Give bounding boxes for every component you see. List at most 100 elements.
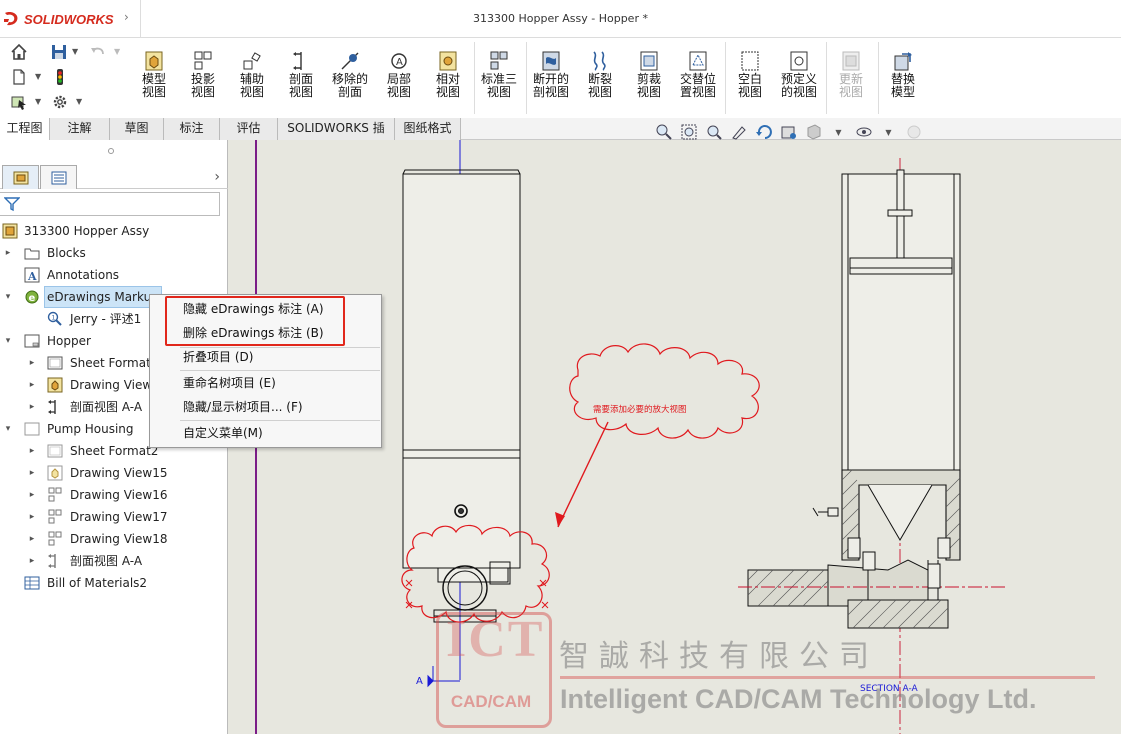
menu-item-rename-tree-item[interactable]: 重命名树项目 (E) (150, 372, 381, 394)
projected-view-button[interactable]: 投影 视图 (181, 50, 225, 110)
tree-item-drawing-view17[interactable]: ▸ Drawing View17 (0, 506, 228, 528)
tree-item-blocks[interactable]: ▸ Blocks (0, 242, 228, 264)
markup-cloud-callout (557, 343, 760, 528)
property-tab[interactable] (40, 165, 77, 189)
svg-text:e: e (29, 293, 36, 304)
replace-model-icon (894, 52, 912, 71)
predefined-view-button[interactable]: 预定义 的视图 (777, 50, 821, 110)
markup-x-marks (405, 579, 549, 609)
chevron-down-icon[interactable]: ▼ (72, 47, 78, 56)
chevron-right-icon[interactable]: › (214, 169, 220, 185)
menu-item-hide-show-tree-items[interactable]: 隐藏/显示树项目... (F) (150, 396, 381, 418)
expand-arrow-icon[interactable]: ▸ (27, 352, 37, 374)
tree-item-annotations[interactable]: A Annotations (0, 264, 228, 286)
menu-item-customize-menu[interactable]: 自定义菜单(M) (150, 422, 381, 444)
tab-annotation[interactable]: 注解 (50, 118, 110, 140)
tab-sketch[interactable]: 草图 (110, 118, 164, 140)
tree-item-drawing-view18[interactable]: ▸ Drawing View18 (0, 528, 228, 550)
feature-tree-tab[interactable] (2, 165, 39, 189)
ribbon-separator (474, 42, 475, 114)
previous-view-icon[interactable] (704, 123, 723, 142)
options-gear-icon[interactable] (50, 92, 70, 112)
tree-filter[interactable] (0, 192, 220, 216)
section-view-button[interactable]: 剖面 视图 (279, 50, 323, 110)
alternate-position-button[interactable]: 交替位 置视图 (676, 50, 720, 110)
expand-arrow-icon[interactable]: ▸ (27, 462, 37, 484)
expand-arrow-icon[interactable]: ▸ (27, 484, 37, 506)
zoom-area-icon[interactable] (679, 123, 698, 142)
collapse-arrow-icon[interactable]: ▾ (3, 418, 13, 440)
collapse-arrow-icon[interactable]: ▾ (3, 286, 13, 308)
detail-view-icon: A (391, 53, 407, 69)
expand-arrow-icon[interactable]: ▸ (3, 242, 13, 264)
zoom-to-fit-icon[interactable] (654, 123, 673, 142)
home-icon[interactable] (9, 42, 29, 62)
model-view-button[interactable]: 模型 视图 (132, 50, 176, 110)
appearance-icon[interactable] (904, 123, 923, 142)
tab-sheet-format[interactable]: 图纸格式 (395, 118, 461, 140)
redraw-icon[interactable] (754, 123, 773, 142)
relative-view-icon (439, 51, 457, 71)
expand-arrow-icon[interactable]: ▸ (27, 396, 37, 418)
expand-arrow-icon[interactable]: ▸ (27, 528, 37, 550)
predefined-view-icon (790, 51, 808, 71)
panel-tabs: › (0, 165, 228, 189)
auxiliary-view-button[interactable]: 辅助 视图 (230, 50, 274, 110)
tree-root[interactable]: 313300 Hopper Assy (0, 220, 228, 242)
expand-arrow-icon[interactable]: ▸ (27, 550, 37, 572)
chevron-down-icon[interactable]: ▼ (35, 72, 41, 81)
tree-item-section-view-aa-2[interactable]: ▸ 剖面视图 A-A (0, 550, 228, 572)
relative-view-button[interactable]: 相对 视图 (426, 50, 470, 110)
chevron-down-icon[interactable]: ▼ (35, 97, 41, 106)
expand-arrow-icon[interactable]: ▸ (27, 374, 37, 396)
traffic-light-icon[interactable] (50, 67, 70, 87)
crop-view-button[interactable]: 剪裁 视图 (627, 50, 671, 110)
command-manager-ribbon: 模型 视图 投影 视图 辅助 视图 剖面 视图 移除的 剖面 A 局部 视图 相对 视图 (130, 38, 1121, 118)
undo-icon[interactable] (88, 42, 108, 62)
annotations-icon: A (24, 267, 40, 283)
edrawings-markup-icon: e (25, 290, 39, 304)
save-icon[interactable] (49, 42, 69, 62)
heads-up-view-toolbar: ▼ ▼ (654, 122, 923, 142)
alternate-position-icon (689, 51, 707, 71)
tree-item-drawing-view16[interactable]: ▸ Drawing View16 (0, 484, 228, 506)
broken-out-section-button[interactable]: 断开的 剖视图 (529, 50, 573, 110)
expand-arrow-icon[interactable]: ▸ (27, 440, 37, 462)
update-view-button[interactable]: 更新 视图 (829, 50, 873, 110)
menu-separator (180, 370, 380, 371)
section-view-icon (48, 400, 56, 414)
tab-solidworks-addins[interactable]: SOLIDWORKS 插件 (278, 118, 395, 156)
tab-markup[interactable]: 标注 (164, 118, 220, 140)
menu-item-collapse-items[interactable]: 折叠项目 (D) (150, 346, 381, 368)
chevron-down-icon[interactable]: ▼ (879, 123, 898, 142)
property-manager-icon (51, 171, 66, 184)
panel-grip[interactable] (108, 148, 114, 154)
standard-3-view-button[interactable]: 标准三 视图 (477, 50, 521, 110)
new-file-icon[interactable] (9, 67, 29, 87)
tab-drawing[interactable]: 工程图 (0, 118, 50, 140)
section-view-toggle-icon[interactable] (804, 123, 823, 142)
tree-item-bill-of-materials[interactable]: Bill of Materials2 (0, 572, 228, 594)
chevron-down-icon[interactable]: ▼ (829, 123, 848, 142)
removed-section-button[interactable]: 移除的 剖面 (328, 50, 372, 110)
menu-item-hide-edrawings-markup[interactable]: 隐藏 eDrawings 标注 (A) (150, 298, 381, 320)
break-view-button[interactable]: 断裂 视图 (578, 50, 622, 110)
section-arrow-label: A (416, 676, 423, 687)
tree-item-drawing-view15[interactable]: ▸ Drawing View15 (0, 462, 228, 484)
display-style-icon[interactable] (779, 123, 798, 142)
chevron-down-icon[interactable]: ▼ (76, 97, 82, 106)
tab-evaluate[interactable]: 评估 (220, 118, 278, 140)
collapse-arrow-icon[interactable]: ▾ (3, 330, 13, 352)
menu-item-delete-edrawings-markup[interactable]: 删除 eDrawings 标注 (B) (150, 322, 381, 344)
expand-arrow-icon[interactable]: ▸ (27, 506, 37, 528)
section-view-label: SECTION A-A (860, 684, 919, 694)
detail-view-button[interactable]: A 局部 视图 (377, 50, 421, 110)
chevron-down-icon[interactable]: ▼ (114, 47, 120, 56)
hide-show-items-icon[interactable] (854, 123, 873, 142)
empty-view-button[interactable]: 空白 视图 (728, 50, 772, 110)
select-icon[interactable] (9, 92, 29, 112)
projected-view-icon (48, 487, 62, 502)
pan-icon[interactable] (729, 123, 748, 142)
replace-model-button[interactable]: 替换 模型 (881, 50, 925, 110)
projected-view-icon (194, 51, 212, 70)
